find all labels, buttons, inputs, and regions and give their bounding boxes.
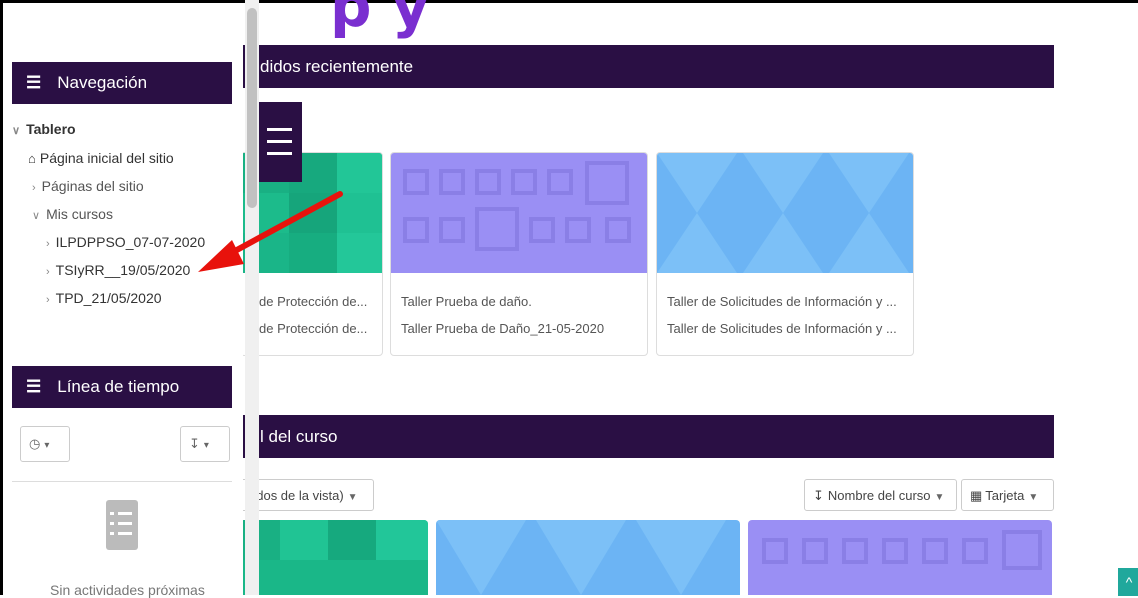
annotation-arrow [198, 191, 343, 272]
arrow-up-icon[interactable]: ^ [1118, 568, 1138, 596]
